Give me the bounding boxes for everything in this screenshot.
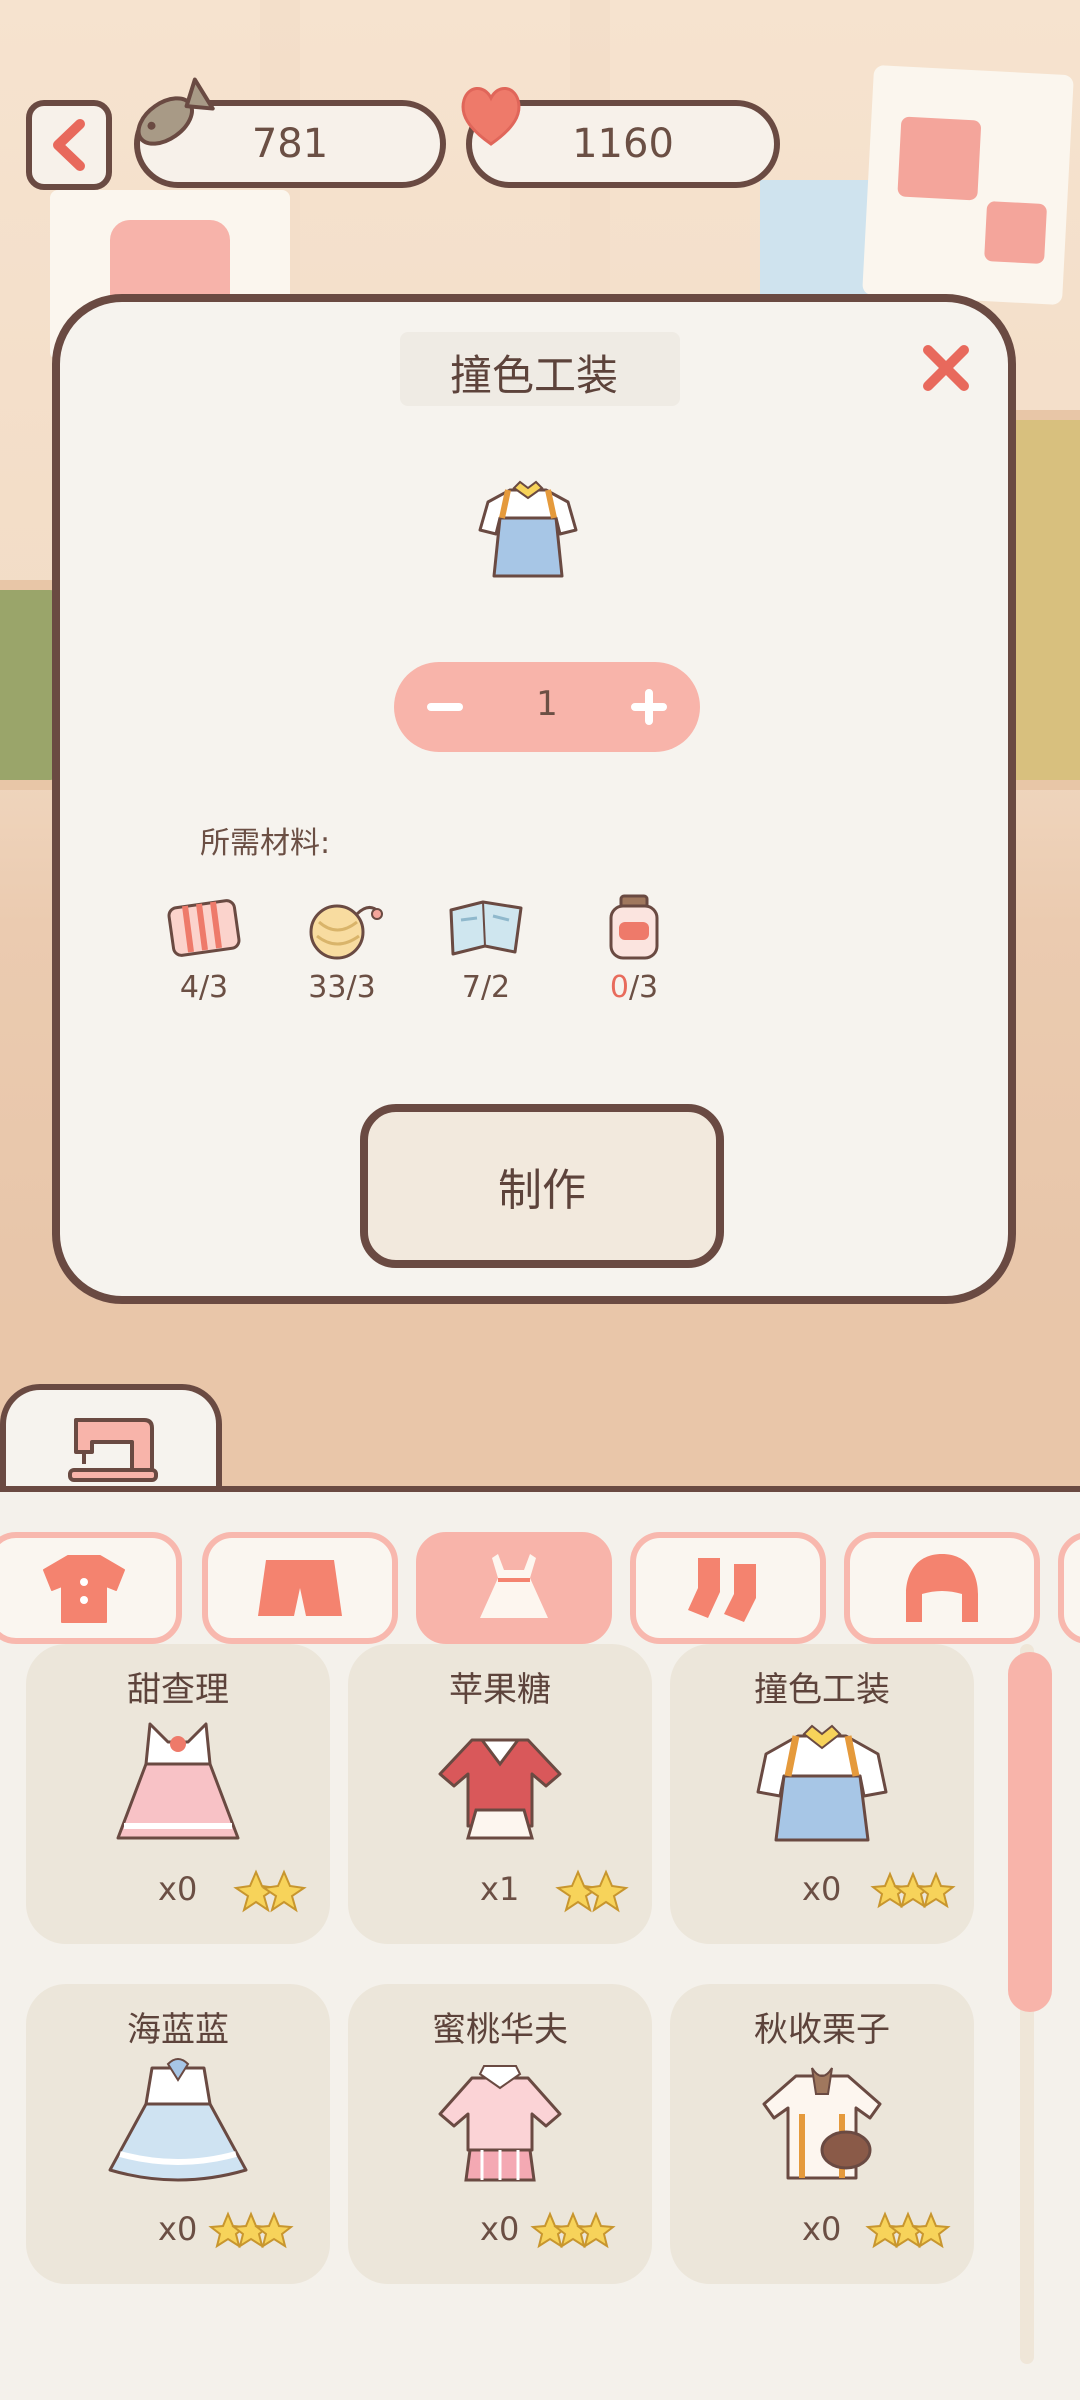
quantity-stepper: 1 bbox=[394, 662, 700, 752]
plus-icon bbox=[631, 689, 667, 725]
material-item: 4/3 bbox=[144, 892, 264, 1012]
item-name: 撞色工装 bbox=[754, 1670, 890, 1710]
item-card[interactable]: 甜查理 x0 bbox=[26, 1644, 330, 1944]
category-tabs bbox=[0, 1512, 1080, 1644]
item-name: 海蓝蓝 bbox=[127, 2010, 229, 2050]
heart-count: 1160 bbox=[572, 121, 674, 167]
increase-button[interactable] bbox=[622, 680, 676, 734]
item-count: x0 bbox=[480, 2210, 520, 2248]
tab-hair[interactable] bbox=[844, 1532, 1040, 1644]
button-jar-icon bbox=[609, 894, 659, 960]
shirt-icon bbox=[43, 1555, 125, 1623]
item-count: x0 bbox=[802, 2210, 842, 2248]
item-card[interactable]: 撞色工装 x0 bbox=[670, 1644, 974, 1944]
rarity-stars-icon bbox=[233, 1869, 307, 1913]
dialog-title: 撞色工装 bbox=[449, 351, 618, 400]
item-card[interactable]: 秋收栗子 x0 bbox=[670, 1984, 974, 2284]
craft-button[interactable]: 制作 bbox=[360, 1104, 724, 1268]
tab-socks[interactable] bbox=[630, 1532, 826, 1644]
item-card[interactable]: 海蓝蓝 x0 bbox=[26, 1984, 330, 2284]
socks-icon bbox=[688, 1558, 756, 1622]
sewing-machine-tab[interactable] bbox=[0, 1384, 222, 1494]
item-card[interactable]: 苹果糖 x1 bbox=[348, 1644, 652, 1944]
autumn-outfit-icon bbox=[762, 2067, 882, 2180]
tab-tops[interactable] bbox=[0, 1532, 182, 1644]
shorts-icon bbox=[258, 1560, 342, 1616]
item-count: x0 bbox=[802, 1870, 842, 1908]
heart-icon bbox=[461, 87, 521, 146]
tab-bottoms[interactable] bbox=[202, 1532, 398, 1644]
item-count: x0 bbox=[158, 1870, 198, 1908]
materials-label: 所需材料: bbox=[200, 826, 331, 861]
striped-fabric-icon bbox=[167, 899, 241, 957]
wardrobe-panel: 甜查理 x0 苹果糖 x1 撞色工装 x0 海蓝蓝 x0 蜜桃华夫 x0 秋收栗… bbox=[0, 1486, 1080, 2400]
pattern-paper-icon bbox=[449, 900, 523, 956]
red-jacket-icon bbox=[438, 1738, 562, 1840]
back-button[interactable] bbox=[26, 100, 112, 190]
dress-icon bbox=[480, 1554, 548, 1618]
tab-dresses[interactable] bbox=[416, 1532, 612, 1644]
pink-dress-icon bbox=[116, 1722, 240, 1840]
rarity-stars-icon bbox=[870, 1871, 956, 1909]
material-item: 33/3 bbox=[282, 892, 402, 1012]
fish-icon bbox=[136, 77, 215, 146]
chevron-left-icon bbox=[53, 119, 85, 171]
item-card[interactable]: 蜜桃华夫 x0 bbox=[348, 1984, 652, 2284]
item-count: x0 bbox=[158, 2210, 198, 2248]
item-name: 蜜桃华夫 bbox=[432, 2010, 568, 2050]
blue-dress-icon bbox=[108, 2058, 248, 2182]
rarity-stars-icon bbox=[530, 2211, 616, 2249]
material-item: 0/3 bbox=[574, 892, 694, 1012]
item-name: 秋收栗子 bbox=[754, 2010, 890, 2050]
craft-dialog: 撞色工装 1 所需材料: 4/3 33/3 7/2 0/3 制作 bbox=[52, 294, 1016, 1304]
rarity-stars-icon bbox=[865, 2211, 951, 2249]
plaid-outfit-icon bbox=[438, 2065, 562, 2182]
fish-count: 781 bbox=[251, 121, 329, 167]
scrollbar-thumb[interactable] bbox=[1008, 1652, 1052, 2012]
hair-icon bbox=[906, 1554, 978, 1622]
rarity-stars-icon bbox=[208, 2211, 294, 2249]
item-name: 苹果糖 bbox=[449, 1670, 551, 1710]
rarity-stars-icon bbox=[555, 1869, 629, 1913]
overalls-icon bbox=[756, 1724, 888, 1842]
material-item: 7/2 bbox=[426, 892, 546, 1012]
yarn-ball-icon bbox=[309, 904, 383, 960]
overalls-preview-icon bbox=[478, 480, 578, 578]
sewing-machine-icon bbox=[68, 1418, 158, 1482]
background-poster bbox=[862, 64, 1074, 306]
item-name: 甜查理 bbox=[127, 1670, 229, 1710]
close-icon[interactable] bbox=[918, 340, 974, 396]
item-count: x1 bbox=[480, 1870, 520, 1908]
